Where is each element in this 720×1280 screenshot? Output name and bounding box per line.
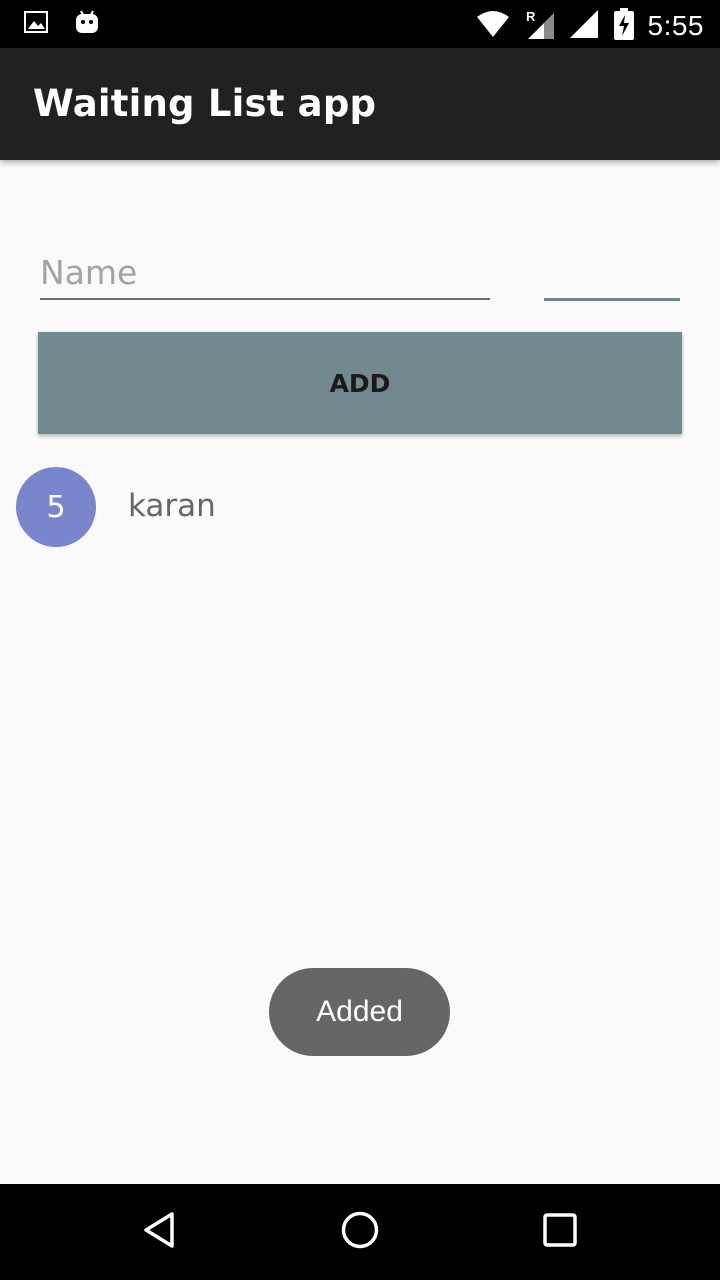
app-bar: Waiting List app: [0, 48, 720, 160]
recents-icon: [540, 1210, 580, 1254]
roaming-signal-icon: R: [524, 9, 556, 43]
list-item[interactable]: 5 karan: [0, 462, 720, 554]
party-size-badge: 5: [16, 467, 96, 547]
app-title: Waiting List app: [33, 82, 377, 125]
image-notification-icon: [24, 11, 48, 37]
add-button[interactable]: ADD: [38, 332, 682, 434]
guest-name: karan: [128, 488, 216, 524]
back-icon: [140, 1210, 180, 1254]
roaming-label: R: [526, 9, 536, 24]
toast-message: Added: [269, 968, 450, 1056]
navigation-bar: [0, 1184, 720, 1280]
signal-icon: [569, 10, 600, 42]
battery-charging-icon: [613, 8, 634, 44]
status-time: 5:55: [647, 10, 704, 41]
home-button[interactable]: [332, 1204, 388, 1260]
wifi-icon: [476, 11, 510, 41]
recents-button[interactable]: [532, 1204, 588, 1260]
android-notification-icon: [74, 10, 100, 38]
home-icon: [340, 1210, 380, 1254]
back-button[interactable]: [132, 1204, 188, 1260]
guest-name-input[interactable]: [40, 246, 490, 300]
party-size-input[interactable]: [544, 246, 680, 301]
status-bar: R 5:55: [0, 0, 720, 48]
